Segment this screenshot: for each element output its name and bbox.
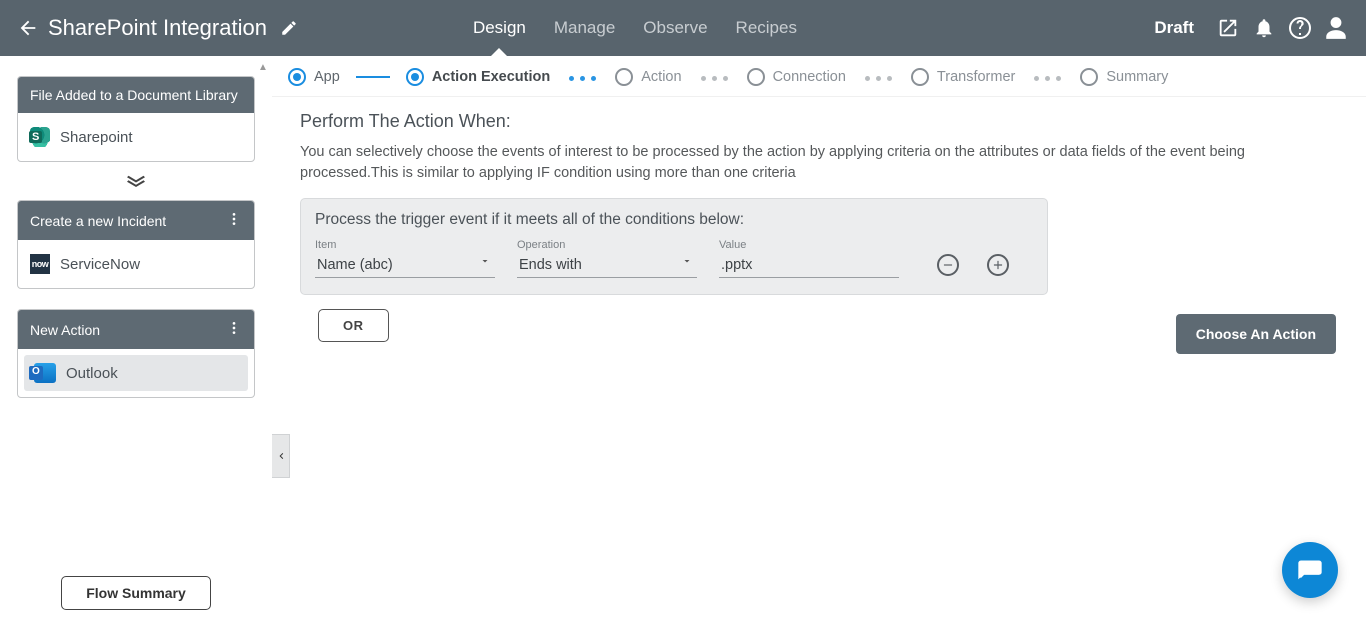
edit-title-button[interactable] [275,14,303,42]
node-app-name: ServiceNow [60,256,140,273]
node-more-icon[interactable] [226,320,242,339]
open-external-icon[interactable] [1210,10,1246,46]
node-action-new[interactable]: New Action Outlook [17,309,255,398]
value-field[interactable]: Value [719,239,899,278]
chevron-down-icon [124,162,148,200]
step-transformer[interactable]: Transformer [911,68,1015,86]
tab-design[interactable]: Design [473,0,526,56]
section-description: You can selectively choose the events of… [300,142,1330,184]
node-app-name: Outlook [66,365,118,382]
node-title: Create a new Incident [30,213,166,229]
item-select[interactable]: Item Name (abc) [315,239,495,278]
collapse-sidebar-button[interactable] [272,434,290,478]
tab-observe[interactable]: Observe [643,0,707,56]
choose-action-button[interactable]: Choose An Action [1176,314,1336,354]
profile-icon[interactable] [1318,10,1354,46]
item-label: Item [315,239,495,251]
flow-summary-button[interactable]: Flow Summary [61,576,211,610]
step-connection[interactable]: Connection [747,68,846,86]
condition-row: Item Name (abc) Operation Ends with [315,239,1033,278]
conditions-box: Process the trigger event if it meets al… [300,198,1048,295]
step-action[interactable]: Action [615,68,681,86]
step-app[interactable]: App [288,68,340,86]
help-icon[interactable] [1282,10,1318,46]
page-title: SharePoint Integration [48,15,267,41]
status-label: Draft [1154,18,1194,38]
operation-label: Operation [517,239,697,251]
tab-manage[interactable]: Manage [554,0,615,56]
sharepoint-icon [30,127,50,147]
stepper: App Action Execution Action Connection T… [272,56,1366,97]
operation-select[interactable]: Operation Ends with [517,239,697,278]
node-title: File Added to a Document Library [30,87,238,103]
node-title: New Action [30,322,100,338]
step-action-execution[interactable]: Action Execution [406,68,550,86]
step-summary[interactable]: Summary [1080,68,1168,86]
outlook-icon [34,363,56,383]
servicenow-icon [30,254,50,274]
tab-recipes[interactable]: Recipes [736,0,797,56]
node-trigger[interactable]: File Added to a Document Library Sharepo… [17,76,255,162]
or-button[interactable]: OR [318,309,389,342]
conditions-title: Process the trigger event if it meets al… [315,211,1033,229]
node-app-name: Sharepoint [60,129,133,146]
chat-fab[interactable] [1282,542,1338,598]
back-button[interactable] [12,12,44,44]
remove-condition-button[interactable] [937,254,959,276]
value-label: Value [719,239,899,251]
node-more-icon[interactable] [226,211,242,230]
value-input[interactable] [719,253,899,278]
add-condition-button[interactable] [987,254,1009,276]
notifications-icon[interactable] [1246,10,1282,46]
section-heading: Perform The Action When: [300,111,1338,132]
node-action-servicenow[interactable]: Create a new Incident ServiceNow [17,200,255,289]
